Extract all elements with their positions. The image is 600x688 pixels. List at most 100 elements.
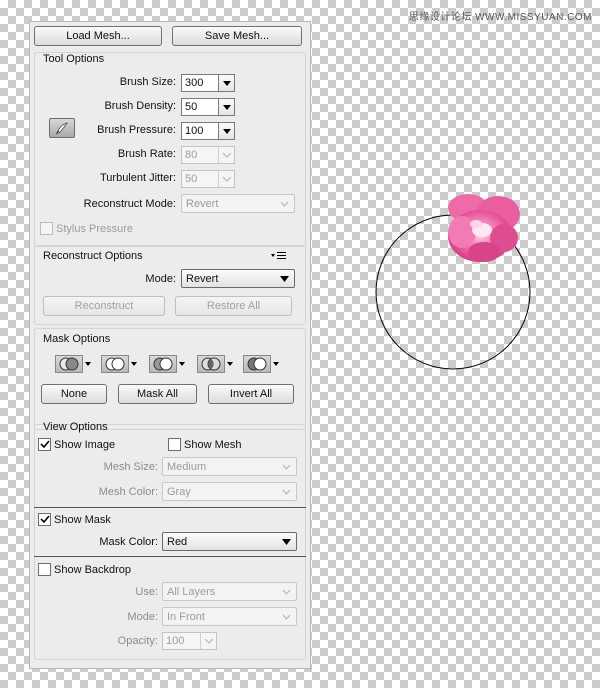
checkbox-box (38, 513, 51, 526)
show-mesh-checkbox[interactable]: Show Mesh (168, 438, 241, 451)
brush-pressure-field[interactable]: 100 (181, 122, 235, 140)
checkmark-icon (39, 440, 50, 449)
flower-image (448, 194, 520, 262)
brush-size-label: Brush Size: (119, 76, 176, 88)
chevron-down-icon (280, 201, 289, 207)
chevron-down-icon[interactable] (218, 123, 234, 139)
chevron-down-icon (218, 147, 234, 163)
show-mesh-label: Show Mesh (184, 438, 242, 451)
show-mask-label: Show Mask (54, 513, 111, 526)
reconstruct-button: Reconstruct (43, 296, 165, 316)
checkbox-box (168, 438, 181, 451)
replace-selection-tool[interactable] (55, 354, 91, 374)
checkbox-box (40, 222, 53, 235)
show-image-label: Show Image (54, 438, 116, 451)
divider (34, 556, 306, 557)
turbulent-jitter-value: 50 (185, 173, 198, 185)
chevron-down-icon (282, 464, 291, 470)
tool-options-title: Tool Options (43, 53, 105, 65)
chevron-down-icon (280, 276, 289, 282)
mesh-size-label: Mesh Size: (103, 461, 158, 473)
chevron-down-icon (282, 589, 291, 595)
subtract-from-selection-icon (149, 355, 177, 373)
checkmark-icon (39, 515, 50, 524)
reconstruct-mode-label-2: Mode: (145, 273, 176, 285)
view-options-title: View Options (43, 421, 108, 433)
backdrop-opacity-label: Opacity: (117, 635, 158, 647)
brush-pressure-label: Brush Pressure: (97, 124, 176, 136)
chevron-down-icon[interactable] (218, 75, 234, 91)
chevron-down-icon (179, 362, 185, 366)
reconstruct-mode-label: Reconstruct Mode: (83, 198, 176, 210)
reconstruct-mode-dropdown-value: Revert (186, 272, 219, 285)
backdrop-mode-value: In Front (167, 610, 205, 623)
invert-selection-tool[interactable] (243, 354, 279, 374)
brush-pressure-value: 100 (185, 125, 204, 137)
show-backdrop-label: Show Backdrop (54, 563, 132, 576)
intersect-selection-icon (197, 355, 225, 373)
add-to-selection-icon (101, 355, 129, 373)
mask-color-label: Mask Color: (99, 536, 158, 548)
backdrop-use-select: All Layers (162, 582, 297, 601)
backdrop-mode-select: In Front (162, 607, 297, 626)
brush-size-field[interactable]: 300 (181, 74, 235, 92)
chevron-down-icon (131, 362, 137, 366)
checkbox-box (38, 438, 51, 451)
mesh-size-select: Medium (162, 457, 297, 476)
liquify-options-panel: Load Mesh... Save Mesh... Tool Options B… (29, 21, 311, 669)
reconstruct-options-title: Reconstruct Options (43, 250, 143, 262)
invert-all-button[interactable]: Invert All (208, 384, 294, 404)
mask-color-select[interactable]: Red (162, 532, 297, 551)
chevron-down-icon (227, 362, 233, 366)
brush-rate-field: 80 (181, 146, 235, 164)
brush-density-value: 50 (185, 101, 198, 113)
intersect-selection-tool[interactable] (197, 354, 233, 374)
brush-rate-value: 80 (185, 149, 198, 161)
reconstruct-mode-dropdown[interactable]: Revert (181, 269, 295, 288)
mesh-color-value: Gray (167, 485, 191, 498)
mask-options-title: Mask Options (43, 333, 111, 345)
mask-color-value: Red (167, 535, 188, 548)
stylus-pressure-label: Stylus Pressure (56, 222, 134, 235)
chevron-down-icon (200, 633, 216, 649)
brush-rate-label: Brush Rate: (117, 148, 176, 160)
divider (34, 507, 306, 508)
backdrop-use-label: Use: (135, 586, 158, 598)
show-mask-checkbox[interactable]: Show Mask (38, 513, 111, 526)
reconstruct-mode-value: Revert (186, 197, 219, 210)
backdrop-opacity-field: 100 (162, 632, 217, 650)
mesh-color-select: Gray (162, 482, 297, 501)
backdrop-mode-label: Mode: (127, 611, 158, 623)
invert-selection-icon (243, 355, 271, 373)
chevron-down-icon (282, 489, 291, 495)
save-mesh-button[interactable]: Save Mesh... (172, 26, 302, 46)
checkbox-box (38, 563, 51, 576)
chevron-down-icon (282, 539, 291, 545)
replace-selection-icon (55, 355, 83, 373)
mesh-color-label: Mesh Color: (98, 486, 158, 498)
backdrop-use-value: All Layers (167, 585, 216, 598)
chevron-down-icon (273, 362, 279, 366)
watermark: 思缘设计论坛 WWW.MISSYUAN.COM (408, 12, 592, 23)
show-backdrop-checkbox[interactable]: Show Backdrop (38, 563, 131, 576)
chevron-down-icon (218, 171, 234, 187)
turbulent-jitter-field: 50 (181, 170, 235, 188)
chevron-down-icon (85, 362, 91, 366)
add-to-selection-tool[interactable] (101, 354, 137, 374)
show-image-checkbox[interactable]: Show Image (38, 438, 115, 451)
brush-density-field[interactable]: 50 (181, 98, 235, 116)
brush-pressure-tool-icon[interactable] (49, 118, 75, 138)
brush-size-value: 300 (185, 77, 204, 89)
backdrop-opacity-value: 100 (166, 635, 185, 647)
turbulent-jitter-label: Turbulent Jitter: (99, 172, 176, 184)
brush-density-label: Brush Density: (104, 100, 176, 112)
chevron-down-icon[interactable] (218, 99, 234, 115)
load-mesh-button[interactable]: Load Mesh... (34, 26, 162, 46)
mask-all-button[interactable]: Mask All (118, 384, 197, 404)
panel-menu-icon[interactable] (271, 251, 287, 260)
mask-none-button[interactable]: None (41, 384, 107, 404)
reconstruct-mode-select: Revert (181, 194, 295, 213)
restore-all-button: Restore All (175, 296, 292, 316)
subtract-from-selection-tool[interactable] (149, 354, 185, 374)
chevron-down-icon (282, 614, 291, 620)
